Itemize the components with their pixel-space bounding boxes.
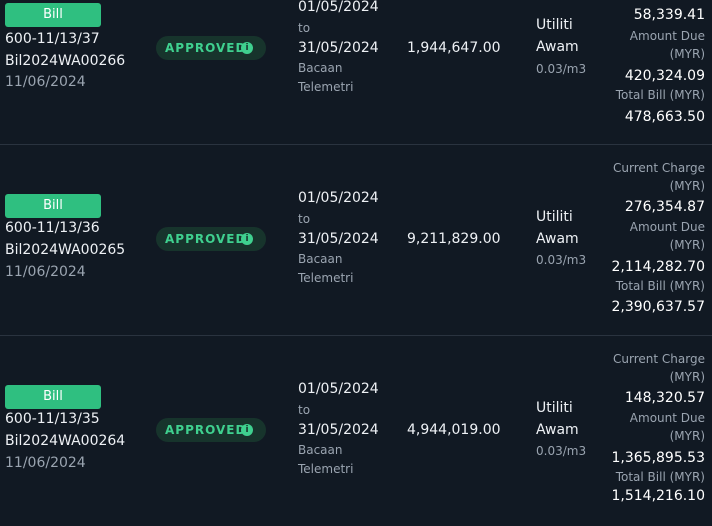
current-charge-value: 276,354.87 <box>624 199 705 215</box>
account-number: 600-11/13/35 <box>5 411 100 427</box>
current-charge-value: 58,339.41 <box>633 7 705 23</box>
consumption-value: 1,944,647.00 <box>407 40 501 56</box>
consumption-value: 9,211,829.00 <box>407 231 501 247</box>
status-badge: APPROVED i <box>156 227 266 251</box>
bill-badge-button[interactable]: Bill <box>5 3 101 27</box>
current-charge-value: 148,320.57 <box>624 390 705 406</box>
amount-due-label: Amount Due <box>629 411 705 425</box>
reading-method: Bacaan <box>298 443 343 457</box>
total-bill-label: Total Bill (MYR) <box>615 279 705 293</box>
info-icon[interactable]: i <box>241 233 253 245</box>
bill-row: Bill 600-11/13/36 Bil2024WA00265 11/06/2… <box>0 144 712 336</box>
amount-due-value: 420,324.09 <box>624 68 705 84</box>
total-bill-value: 2,390,637.57 <box>611 299 705 315</box>
bill-badge-button[interactable]: Bill <box>5 194 101 218</box>
period-to-word: to <box>298 403 311 417</box>
amount-due-value: 1,365,895.53 <box>611 450 705 466</box>
consumption-value: 4,944,019.00 <box>407 422 501 438</box>
reading-method: Telemetri <box>298 271 354 285</box>
reading-method: Bacaan <box>298 252 343 266</box>
total-bill-label: Total Bill (MYR) <box>615 88 705 102</box>
bill-row: Bill 600-11/13/35 Bil2024WA00264 11/06/2… <box>0 335 712 526</box>
period-from: 01/05/2024 <box>298 0 379 15</box>
amount-due-label: Amount Due <box>629 29 705 43</box>
status-label: APPROVED <box>165 232 247 246</box>
bill-row: Bill 600-11/13/37 Bil2024WA00266 11/06/2… <box>0 0 712 145</box>
amount-summary: Current Charge (MYR) 276,354.87 Amount D… <box>565 144 705 335</box>
amount-due-label: (MYR) <box>669 429 705 443</box>
total-bill-value: 478,663.50 <box>624 109 705 125</box>
status-label: APPROVED <box>165 41 247 55</box>
amount-due-label: (MYR) <box>669 238 705 252</box>
bill-number-link[interactable]: Bil2024WA00265 <box>5 242 125 258</box>
total-bill-value: 1,514,216.10 <box>611 488 705 504</box>
bill-date: 11/06/2024 <box>5 264 86 280</box>
info-icon[interactable]: i <box>241 424 253 436</box>
period-to-word: to <box>298 212 311 226</box>
period-to: 31/05/2024 <box>298 231 379 247</box>
amount-due-label: (MYR) <box>669 47 705 61</box>
bill-badge-button[interactable]: Bill <box>5 385 101 409</box>
amount-due-label: Amount Due <box>629 220 705 234</box>
period-from: 01/05/2024 <box>298 190 379 206</box>
bill-number-link[interactable]: Bil2024WA00264 <box>5 433 125 449</box>
reading-method: Telemetri <box>298 462 354 476</box>
period-to-word: to <box>298 21 311 35</box>
status-label: APPROVED <box>165 423 247 437</box>
amount-summary: Current Charge (MYR) 148,320.57 Amount D… <box>565 335 705 506</box>
amount-summary: 58,339.41 Amount Due (MYR) 420,324.09 To… <box>565 0 705 144</box>
reading-method: Bacaan <box>298 61 343 75</box>
account-number: 600-11/13/37 <box>5 31 100 47</box>
period-to: 31/05/2024 <box>298 422 379 438</box>
current-charge-label: (MYR) <box>669 179 705 193</box>
reading-method: Telemetri <box>298 80 354 94</box>
status-badge: APPROVED i <box>156 36 266 60</box>
amount-due-value: 2,114,282.70 <box>611 259 705 275</box>
status-badge: APPROVED i <box>156 418 266 442</box>
period-to: 31/05/2024 <box>298 40 379 56</box>
period-from: 01/05/2024 <box>298 381 379 397</box>
current-charge-label: Current Charge <box>613 161 705 175</box>
bill-number-link[interactable]: Bil2024WA00266 <box>5 53 125 69</box>
total-bill-label: Total Bill (MYR) <box>615 470 705 484</box>
bill-date: 11/06/2024 <box>5 74 86 90</box>
bill-date: 11/06/2024 <box>5 455 86 471</box>
current-charge-label: Current Charge <box>613 352 705 366</box>
info-icon[interactable]: i <box>241 42 253 54</box>
account-number: 600-11/13/36 <box>5 220 100 236</box>
current-charge-label: (MYR) <box>669 370 705 384</box>
